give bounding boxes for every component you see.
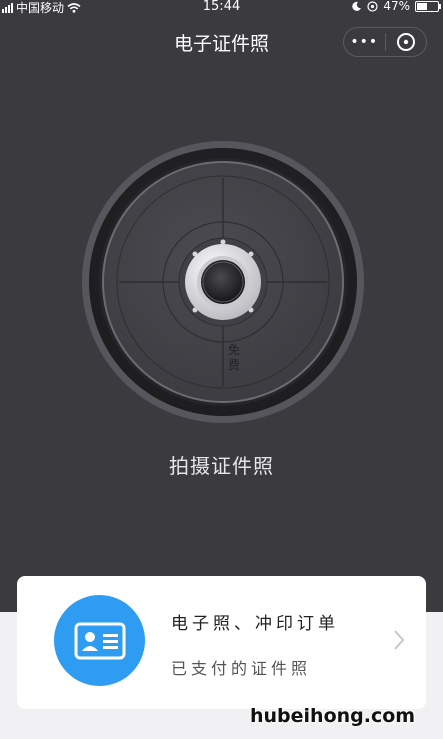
capture-label: 拍摄证件照 bbox=[169, 454, 274, 478]
close-button[interactable] bbox=[386, 32, 427, 52]
moon-icon bbox=[352, 1, 362, 11]
camera-shutter-button[interactable]: 免 费 bbox=[81, 140, 365, 424]
watermark: hubeihong.com bbox=[250, 705, 416, 727]
mini-program-capsule: ••• bbox=[343, 27, 427, 57]
battery-icon bbox=[415, 0, 441, 12]
status-bar: 中国移动 15:44 47% bbox=[0, 0, 443, 15]
location-lock-icon bbox=[367, 0, 378, 12]
free-label-line2: 费 bbox=[228, 358, 241, 372]
camera-lens-icon bbox=[82, 141, 364, 423]
card-subtitle: 已支付的证件照 bbox=[171, 659, 312, 678]
more-button[interactable]: ••• bbox=[344, 28, 385, 56]
orders-card[interactable]: 电子照、冲印订单 已支付的证件照 bbox=[17, 576, 426, 709]
free-label-line1: 免 bbox=[228, 343, 241, 357]
free-label: 免 费 bbox=[228, 343, 240, 373]
id-card-icon bbox=[54, 595, 145, 686]
card-title: 电子照、冲印订单 bbox=[171, 614, 339, 634]
close-icon bbox=[396, 33, 415, 51]
battery-percent: 47% bbox=[383, 0, 410, 13]
chevron-right-icon bbox=[394, 630, 405, 650]
